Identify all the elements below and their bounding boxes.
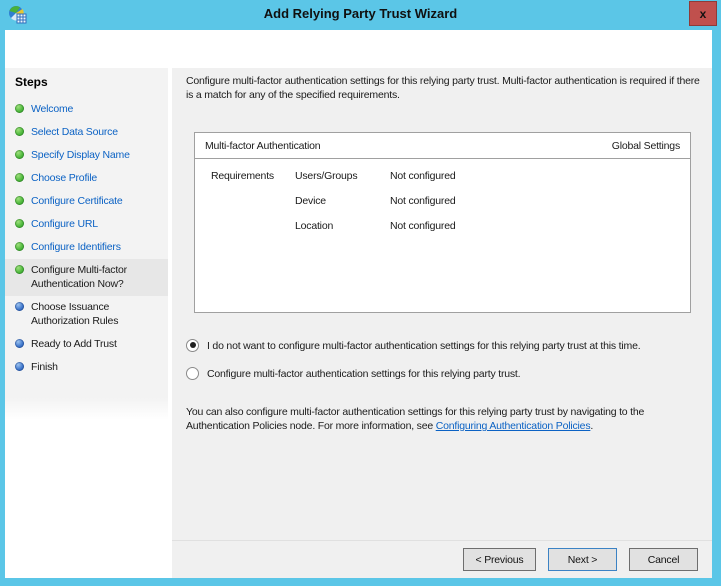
table-row: Requirements Users/Groups Not configured	[195, 170, 690, 195]
step-completed-dot-icon	[15, 196, 24, 205]
step-completed-dot-icon	[15, 173, 24, 182]
step-select-data-source: Select Data Source	[5, 121, 168, 144]
wizard-window: Add Relying Party Trust Wizard x Steps W…	[0, 0, 721, 586]
row-name: Location	[295, 220, 334, 232]
radio-option-configure-mfa[interactable]: Configure multi-factor authentication se…	[186, 366, 521, 381]
step-completed-dot-icon	[15, 104, 24, 113]
previous-button[interactable]: < Previous	[463, 548, 536, 571]
steps-list: Welcome Select Data Source Specify Displ…	[5, 98, 168, 379]
row-value: Not configured	[390, 220, 456, 232]
mfa-table-header: Multi-factor Authentication Global Setti…	[195, 133, 690, 159]
step-welcome: Welcome	[5, 98, 168, 121]
step-completed-dot-icon	[15, 127, 24, 136]
row-value: Not configured	[390, 195, 456, 207]
radio-button-selected-icon[interactable]	[186, 338, 199, 352]
requirements-label: Requirements	[211, 170, 274, 182]
row-name: Device	[295, 195, 326, 207]
next-button[interactable]: Next >	[548, 548, 617, 571]
step-finish: Finish	[5, 356, 168, 379]
close-button[interactable]: x	[689, 1, 717, 26]
row-name: Users/Groups	[295, 170, 358, 182]
titlebar: Add Relying Party Trust Wizard x	[0, 0, 721, 30]
mfa-header-title: Multi-factor Authentication	[205, 139, 321, 152]
step-choose-issuance-rules: Choose Issuance Authorization Rules	[5, 296, 168, 333]
header-band	[5, 30, 712, 68]
step-current-dot-icon	[15, 265, 24, 274]
radio-label: I do not want to configure multi-factor …	[207, 339, 641, 352]
radio-label: Configure multi-factor authentication se…	[207, 367, 521, 380]
configuring-auth-policies-link[interactable]: Configuring Authentication Policies	[436, 420, 591, 432]
step-configure-url: Configure URL	[5, 213, 168, 236]
step-configure-certificate: Configure Certificate	[5, 190, 168, 213]
step-completed-dot-icon	[15, 219, 24, 228]
steps-sidebar: Steps Welcome Select Data Source Specify…	[5, 68, 168, 578]
step-completed-dot-icon	[15, 150, 24, 159]
cancel-button[interactable]: Cancel	[629, 548, 698, 571]
step-upcoming-dot-icon	[15, 339, 24, 348]
table-row: Device Not configured	[195, 195, 690, 220]
step-choose-profile: Choose Profile	[5, 167, 168, 190]
mfa-settings-table: Multi-factor Authentication Global Setti…	[194, 132, 691, 313]
window-title: Add Relying Party Trust Wizard	[263, 6, 458, 21]
note-after-link: .	[590, 420, 594, 432]
step-completed-dot-icon	[15, 242, 24, 251]
step-configure-mfa-current: Configure Multi-factor Authentication No…	[5, 259, 168, 296]
footer-button-bar: < Previous Next > Cancel	[172, 540, 712, 578]
table-row: Location Not configured	[195, 220, 690, 245]
close-icon: x	[699, 6, 707, 21]
radio-option-no-mfa[interactable]: I do not want to configure multi-factor …	[186, 338, 641, 353]
intro-text: Configure multi-factor authentication se…	[186, 75, 700, 101]
content-pane: Configure multi-factor authentication se…	[172, 68, 712, 578]
mfa-table-body: Requirements Users/Groups Not configured…	[195, 159, 690, 245]
step-configure-identifiers: Configure Identifiers	[5, 236, 168, 259]
step-upcoming-dot-icon	[15, 302, 24, 311]
note-text: You can also configure multi-factor auth…	[186, 405, 702, 433]
row-value: Not configured	[390, 170, 456, 182]
step-upcoming-dot-icon	[15, 362, 24, 371]
step-specify-display-name: Specify Display Name	[5, 144, 168, 167]
step-ready-to-add-trust: Ready to Add Trust	[5, 333, 168, 356]
radio-button-unselected-icon[interactable]	[186, 366, 199, 380]
steps-heading: Steps	[15, 75, 48, 89]
mfa-header-global-settings: Global Settings	[611, 139, 680, 152]
dialog-body: Steps Welcome Select Data Source Specify…	[5, 30, 712, 578]
